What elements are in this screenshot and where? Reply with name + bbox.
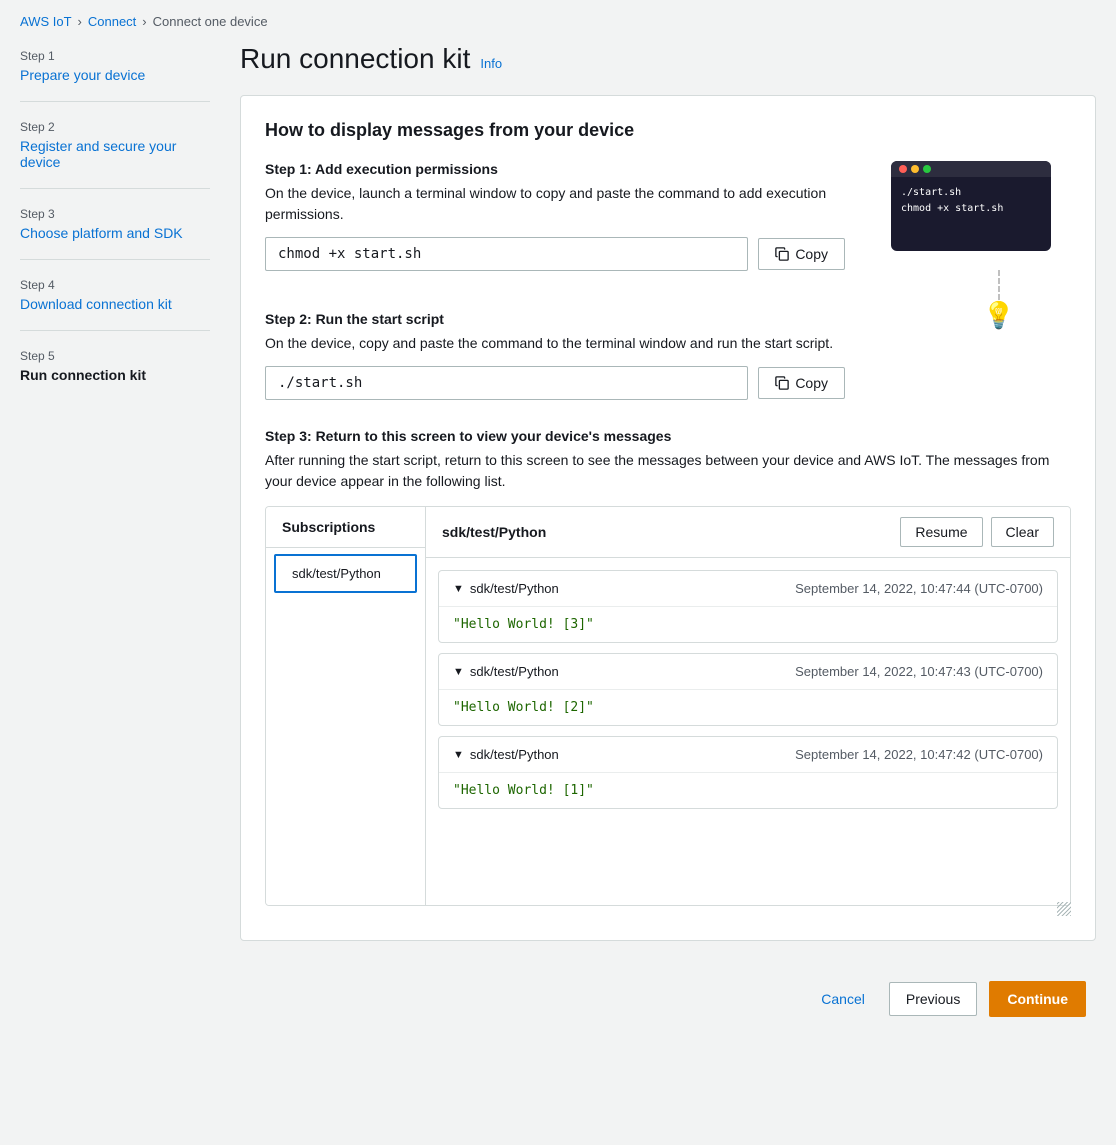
sidebar-step-4-label: Step 4	[20, 278, 210, 292]
message-card-1: ▼ sdk/test/Python September 14, 2022, 10…	[438, 570, 1058, 643]
sidebar-step-4-title[interactable]: Download connection kit	[20, 296, 172, 312]
terminal-text: ./start.sh chmod +x start.sh	[891, 177, 1051, 225]
sidebar-step-3-label: Step 3	[20, 207, 210, 221]
card-title: How to display messages from your device	[265, 120, 1071, 141]
messages-actions: Resume Clear	[900, 517, 1054, 547]
step1-copy-button[interactable]: Copy	[758, 238, 845, 270]
step3-heading: Step 3: Return to this screen to view yo…	[265, 428, 1071, 444]
clear-button[interactable]: Clear	[991, 517, 1054, 547]
page-title-row: Run connection kit Info	[240, 43, 1096, 75]
sidebar-step-5-title: Run connection kit	[20, 367, 146, 383]
dashed-line	[998, 270, 1000, 300]
continue-button[interactable]: Continue	[989, 981, 1086, 1017]
step2-copy-label: Copy	[795, 375, 828, 391]
message-timestamp-3: September 14, 2022, 10:47:42 (UTC-0700)	[795, 747, 1043, 762]
subscription-panel: Subscriptions sdk/test/Python sdk/test/P…	[265, 506, 1071, 906]
footer: Cancel Previous Continue	[0, 961, 1116, 1037]
messages-col: sdk/test/Python Resume Clear	[426, 507, 1070, 905]
terminal-dot-green	[923, 165, 931, 173]
terminal-line2: chmod +x start.sh	[901, 201, 1041, 217]
messages-list: ▼ sdk/test/Python September 14, 2022, 10…	[426, 558, 1070, 821]
message-topic-row-1: ▼ sdk/test/Python	[453, 581, 559, 596]
message-body-2: "Hello World! [2]"	[439, 689, 1057, 725]
step2-heading: Step 2: Run the start script	[265, 311, 1071, 327]
page-title: Run connection kit	[240, 43, 470, 75]
triangle-icon-1: ▼	[453, 583, 464, 595]
subscriptions-col: Subscriptions sdk/test/Python	[266, 507, 426, 905]
messages-header: sdk/test/Python Resume Clear	[426, 507, 1070, 558]
sidebar-step-4: Step 4 Download connection kit	[20, 278, 210, 331]
triangle-icon-2: ▼	[453, 666, 464, 678]
message-card-3: ▼ sdk/test/Python September 14, 2022, 10…	[438, 736, 1058, 809]
breadcrumb-sep2: ›	[142, 14, 146, 29]
message-header-3: ▼ sdk/test/Python September 14, 2022, 10…	[439, 737, 1057, 772]
sidebar-step-1-label: Step 1	[20, 49, 210, 63]
step1-command-input[interactable]	[265, 237, 748, 271]
copy-icon	[775, 247, 789, 261]
terminal-dot-red	[899, 165, 907, 173]
subscription-item-python[interactable]: sdk/test/Python	[274, 554, 417, 593]
main-content: Run connection kit Info How to display m…	[230, 39, 1116, 961]
step2-command-row: Copy	[265, 366, 845, 400]
sidebar-step-1-title[interactable]: Prepare your device	[20, 67, 145, 83]
terminal-line1: ./start.sh	[901, 185, 1041, 201]
step3-desc: After running the start script, return t…	[265, 450, 1071, 492]
message-body-1: "Hello World! [3]"	[439, 606, 1057, 642]
step2-section: Step 2: Run the start script On the devi…	[265, 311, 1071, 400]
sidebar-step-3: Step 3 Choose platform and SDK	[20, 207, 210, 260]
sidebar-step-2-title[interactable]: Register and secure your device	[20, 138, 176, 170]
step2-command-input[interactable]	[265, 366, 748, 400]
bulb-area: 💡	[983, 270, 1015, 331]
breadcrumb-aws-iot[interactable]: AWS IoT	[20, 14, 72, 29]
message-card-2: ▼ sdk/test/Python September 14, 2022, 10…	[438, 653, 1058, 726]
sidebar-step-1: Step 1 Prepare your device	[20, 49, 210, 102]
message-topic-3: sdk/test/Python	[470, 747, 559, 762]
message-header-1: ▼ sdk/test/Python September 14, 2022, 10…	[439, 571, 1057, 606]
sidebar: Step 1 Prepare your device Step 2 Regist…	[0, 39, 230, 961]
step1-heading: Step 1: Add execution permissions	[265, 161, 891, 177]
copy-icon-2	[775, 376, 789, 390]
cancel-button[interactable]: Cancel	[809, 983, 877, 1015]
message-timestamp-1: September 14, 2022, 10:47:44 (UTC-0700)	[795, 581, 1043, 596]
breadcrumb-current: Connect one device	[153, 14, 268, 29]
message-timestamp-2: September 14, 2022, 10:47:43 (UTC-0700)	[795, 664, 1043, 679]
breadcrumb-sep1: ›	[78, 14, 82, 29]
previous-button[interactable]: Previous	[889, 982, 977, 1016]
message-body-3: "Hello World! [1]"	[439, 772, 1057, 808]
sidebar-step-3-title[interactable]: Choose platform and SDK	[20, 225, 183, 241]
sidebar-step-2: Step 2 Register and secure your device	[20, 120, 210, 189]
terminal-dot-yellow	[911, 165, 919, 173]
resize-area	[265, 906, 1071, 916]
step1-copy-label: Copy	[795, 246, 828, 262]
message-topic-row-3: ▼ sdk/test/Python	[453, 747, 559, 762]
resize-handle	[1057, 902, 1071, 916]
message-topic-1: sdk/test/Python	[470, 581, 559, 596]
bulb-icon: 💡	[983, 300, 1015, 331]
step2-copy-button[interactable]: Copy	[758, 367, 845, 399]
message-topic-row-2: ▼ sdk/test/Python	[453, 664, 559, 679]
step1-command-row: Copy	[265, 237, 845, 271]
triangle-icon-3: ▼	[453, 749, 464, 761]
main-card: How to display messages from your device…	[240, 95, 1096, 941]
messages-topic: sdk/test/Python	[442, 524, 546, 540]
info-link[interactable]: Info	[480, 56, 502, 71]
message-topic-2: sdk/test/Python	[470, 664, 559, 679]
step2-desc: On the device, copy and paste the comman…	[265, 333, 845, 354]
sidebar-step-5-label: Step 5	[20, 349, 210, 363]
breadcrumb: AWS IoT › Connect › Connect one device	[0, 0, 1116, 39]
message-header-2: ▼ sdk/test/Python September 14, 2022, 10…	[439, 654, 1057, 689]
terminal-preview: ./start.sh chmod +x start.sh	[891, 161, 1051, 251]
step1-desc: On the device, launch a terminal window …	[265, 183, 845, 225]
step1-section: Step 1: Add execution permissions On the…	[265, 161, 1071, 271]
subscriptions-header: Subscriptions	[266, 507, 425, 548]
terminal-bar	[891, 161, 1051, 177]
sidebar-step-2-label: Step 2	[20, 120, 210, 134]
resume-button[interactable]: Resume	[900, 517, 982, 547]
breadcrumb-connect[interactable]: Connect	[88, 14, 136, 29]
step3-section: Step 3: Return to this screen to view yo…	[265, 428, 1071, 916]
sidebar-step-5: Step 5 Run connection kit	[20, 349, 210, 401]
